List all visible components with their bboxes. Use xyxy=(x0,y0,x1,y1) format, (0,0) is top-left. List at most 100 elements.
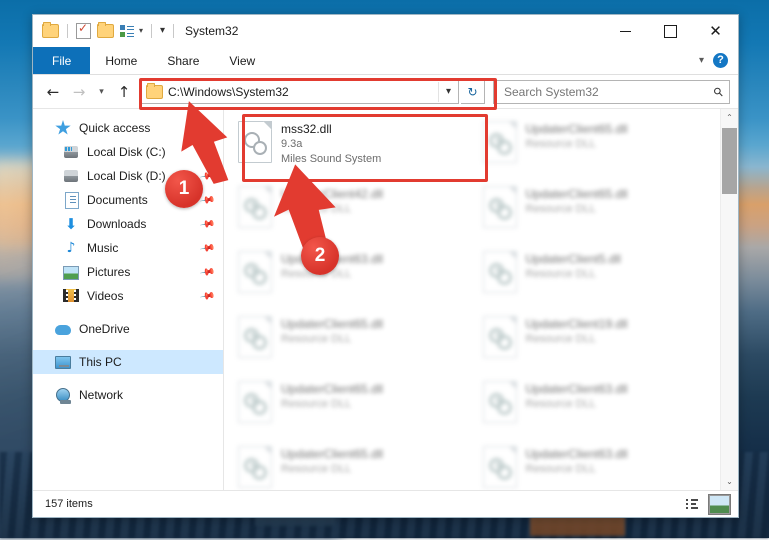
file-name: UpdaterClient19.dll xyxy=(525,317,628,331)
status-bar: 157 items xyxy=(33,490,738,517)
address-toolbar: ← → ▾ ↑ C:\Windows\System32 ▾ ↻ ⚲ xyxy=(33,75,738,108)
dll-gear-icon xyxy=(238,121,272,163)
sidebar-label: Videos xyxy=(87,289,124,303)
address-folder-icon xyxy=(146,82,163,99)
pin-icon[interactable]: 📌 xyxy=(199,240,216,256)
sidebar-item-pictures[interactable]: Pictures 📌 xyxy=(33,260,223,284)
file-text: UpdaterClient65.dll Resource DLL xyxy=(526,186,628,217)
file-item[interactable]: UpdaterClient63.dll Resource DLL xyxy=(477,377,722,442)
file-item[interactable]: UpdaterClient5.dll Resource DLL xyxy=(477,247,722,312)
tab-home[interactable]: Home xyxy=(90,47,152,74)
dll-puzzle-icon xyxy=(238,316,272,358)
computer-icon xyxy=(55,354,71,370)
pictures-icon xyxy=(63,264,79,280)
dll-puzzle-icon xyxy=(482,381,517,423)
dll-puzzle-icon xyxy=(482,186,517,228)
file-name: UpdaterClient5.dll xyxy=(525,252,621,266)
sidebar-label: OneDrive xyxy=(79,322,130,336)
address-bar[interactable]: C:\Windows\System32 ▾ xyxy=(141,79,459,104)
qat-dropdown-icon[interactable]: ▾ xyxy=(160,26,165,36)
file-version: 9.3a xyxy=(281,138,303,150)
network-icon xyxy=(55,387,71,404)
sidebar-item-network[interactable]: Network xyxy=(33,383,223,407)
sidebar-item-music[interactable]: ♪ Music 📌 xyxy=(33,236,223,260)
recent-locations-button[interactable]: ▾ xyxy=(93,80,110,104)
sidebar-item-quick-access[interactable]: Quick access xyxy=(33,116,223,140)
sidebar-item-this-pc[interactable]: This PC xyxy=(33,350,223,374)
file-item[interactable]: UpdaterClient65.dll Resource DLL xyxy=(232,377,477,442)
file-name: UpdaterClient65.dll xyxy=(281,317,384,331)
sidebar-item-videos[interactable]: Videos 📌 xyxy=(33,284,223,308)
drive-icon xyxy=(63,168,79,184)
file-item[interactable]: UpdaterClient65.dll Resource DLL xyxy=(232,312,477,377)
file-name: UpdaterClient63.dll xyxy=(525,447,628,461)
scroll-down-arrow-icon[interactable]: ⌄ xyxy=(721,473,738,490)
file-item[interactable]: UpdaterClient63.dll Resource DLL xyxy=(477,442,722,490)
file-item-selected[interactable]: mss32.dll 9.3a Miles Sound System xyxy=(232,117,477,182)
file-item[interactable]: UpdaterClient65.dll Resource DLL xyxy=(232,442,477,490)
maximize-button[interactable] xyxy=(648,15,693,47)
forward-button[interactable]: → xyxy=(67,80,91,104)
file-description: Miles Sound System xyxy=(281,153,382,165)
item-count-label: 157 items xyxy=(45,498,93,510)
customize-list-icon[interactable] xyxy=(120,24,134,38)
tab-file[interactable]: File xyxy=(33,47,91,74)
file-item[interactable]: UpdaterClient65.dll Resource DLL xyxy=(477,117,722,182)
file-text: mss32.dll 9.3a Miles Sound System xyxy=(281,121,381,167)
file-item[interactable]: UpdaterClient65.dll Resource DLL xyxy=(477,182,722,247)
sidebar-item-downloads[interactable]: ⬇ Downloads 📌 xyxy=(33,212,223,236)
minimize-button[interactable] xyxy=(603,15,648,47)
explorer-body: Quick access Local Disk (C:) 📌 Local Dis… xyxy=(33,108,738,490)
file-item[interactable]: UpdaterClient42.dll Resource DLL xyxy=(232,182,477,247)
folder-icon[interactable] xyxy=(42,22,59,38)
sidebar-item-local-disk-c[interactable]: Local Disk (C:) 📌 xyxy=(33,140,223,164)
pin-icon[interactable]: 📌 xyxy=(199,264,216,280)
file-name: UpdaterClient42.dll xyxy=(281,187,384,201)
dll-puzzle-icon xyxy=(238,381,272,423)
chevron-down-icon[interactable]: ▾ xyxy=(139,27,143,35)
file-text: UpdaterClient65.dll Resource DLL xyxy=(281,316,383,347)
dll-puzzle-icon xyxy=(482,446,517,488)
navigation-pane[interactable]: Quick access Local Disk (C:) 📌 Local Dis… xyxy=(33,109,224,490)
search-box[interactable]: ⚲ xyxy=(493,79,730,104)
sidebar-item-onedrive[interactable]: OneDrive xyxy=(33,317,223,341)
file-name: mss32.dll xyxy=(281,122,332,136)
large-icons-view-icon[interactable] xyxy=(708,493,731,515)
file-item[interactable]: UpdaterClient63.dll Resource DLL xyxy=(232,247,477,312)
properties-icon[interactable] xyxy=(76,21,91,39)
file-item[interactable]: UpdaterClient19.dll Resource DLL xyxy=(477,312,722,377)
address-dropdown-icon[interactable]: ▾ xyxy=(437,81,458,102)
scrollbar-thumb[interactable] xyxy=(722,128,737,194)
vertical-scrollbar[interactable]: ⌃ ⌄ xyxy=(720,109,738,490)
new-folder-icon[interactable] xyxy=(97,22,114,38)
details-view-icon[interactable] xyxy=(683,496,702,513)
close-button[interactable]: ✕ xyxy=(693,15,738,47)
file-description: Resource DLL xyxy=(281,463,352,475)
videos-icon xyxy=(63,288,79,304)
expand-ribbon-icon[interactable]: ▾ xyxy=(699,55,704,66)
sidebar-label: Music xyxy=(87,241,119,255)
file-text: UpdaterClient42.dll Resource DLL xyxy=(281,186,383,217)
search-input[interactable] xyxy=(502,83,715,100)
pin-icon[interactable]: 📌 xyxy=(199,216,216,232)
window-title: System32 xyxy=(185,24,239,38)
quick-access-toolbar: ▾ ▾ xyxy=(33,21,176,39)
tab-view[interactable]: View xyxy=(214,47,270,74)
pin-icon[interactable]: 📌 xyxy=(199,288,216,304)
documents-icon xyxy=(63,192,79,209)
dll-puzzle-icon xyxy=(482,251,517,293)
scroll-up-arrow-icon[interactable]: ⌃ xyxy=(721,109,738,126)
pin-icon[interactable]: 📌 xyxy=(199,144,216,160)
view-toggle-group xyxy=(683,493,731,515)
sidebar-label: This PC xyxy=(79,355,122,369)
file-list-pane[interactable]: mss32.dll 9.3a Miles Sound System Update… xyxy=(224,109,738,490)
file-name: UpdaterClient63.dll xyxy=(525,382,628,396)
file-text: UpdaterClient19.dll Resource DLL xyxy=(526,316,628,347)
refresh-button[interactable]: ↻ xyxy=(461,79,485,104)
help-icon[interactable]: ? xyxy=(713,53,728,68)
back-button[interactable]: ← xyxy=(41,80,65,104)
up-button[interactable]: ↑ xyxy=(112,80,136,104)
tab-share[interactable]: Share xyxy=(152,47,214,74)
